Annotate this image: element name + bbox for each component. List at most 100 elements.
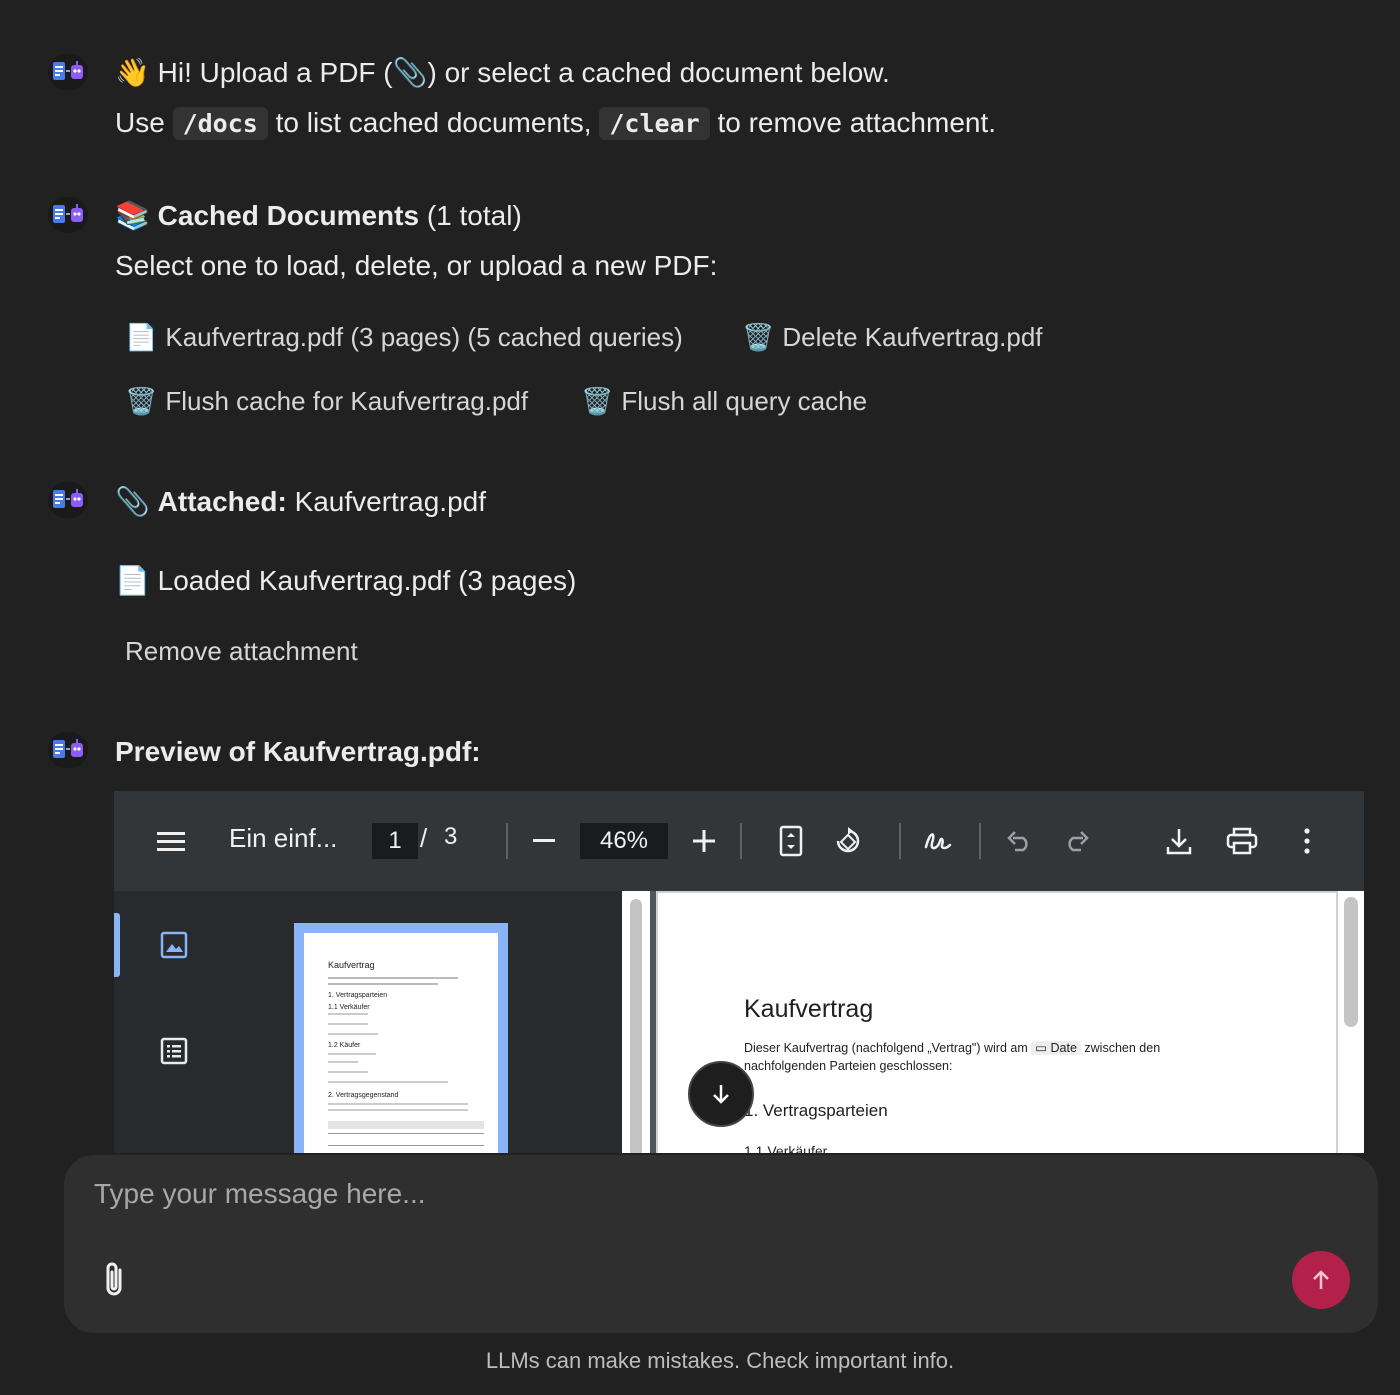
action-label: Remove attachment [125,636,358,666]
thumb-table-header [328,1121,484,1129]
flush-document-cache-action[interactable]: 🗑️ Flush cache for Kaufvertrag.pdf [125,386,528,417]
attached-message: 📎 Attached: Kaufvertrag.pdf 📄 Loaded Kau… [115,484,1360,599]
scrollbar-thumb[interactable] [1344,897,1358,1027]
thumb-subsection: 1.2 Käufer [328,1042,361,1049]
arrow-down-icon [713,1085,729,1104]
thumb-line [328,1109,468,1111]
page-intro: Dieser Kaufvertrag (nachfolgend „Vertrag… [744,1039,1264,1075]
toolbar-divider [506,823,508,859]
thumb-line [328,1061,358,1063]
thumb-heading: Kaufvertrag [328,960,375,970]
attached-label: Attached: [157,486,287,517]
intro-text: zwischen den [1084,1041,1161,1055]
fit-page-icon[interactable] [774,823,808,859]
flush-all-cache-action[interactable]: 🗑️ Flush all query cache [581,386,867,417]
preview-title: Preview of Kaufvertrag.pdf: [115,736,481,767]
zoom-in-icon[interactable] [688,827,720,855]
paperclip-icon [106,1262,122,1296]
intro-text: nachfolgenden Parteien geschlossen: [744,1059,953,1073]
page-subsection: 1.1 Verkäufer [744,1143,828,1153]
action-label: Kaufvertrag.pdf (3 pages) (5 cached quer… [165,322,683,352]
annotate-icon[interactable] [920,823,956,859]
document-icon: 📄 [115,564,150,597]
bot-avatar [48,732,88,768]
attached-file: Kaufvertrag.pdf [294,486,487,517]
thumbnail-page: Kaufvertrag 1. Vertragsparteien 1.1 Verk… [304,933,498,1153]
sidebar-active-indicator [114,913,120,977]
trash-icon: 🗑️ [125,386,158,417]
bot-avatar [48,482,88,518]
message-input[interactable] [92,1177,1246,1211]
trash-icon: 🗑️ [581,386,614,417]
thumb-subsection: 1.1 Verkäufer [328,1004,370,1011]
page-thumbnail-1[interactable]: Kaufvertrag 1. Vertragsparteien 1.1 Verk… [294,923,508,1153]
scrollbar-thumb[interactable] [630,899,642,1153]
thumb-line [328,983,438,985]
load-document-action[interactable]: 📄 Kaufvertrag.pdf (3 pages) (5 cached qu… [125,322,683,353]
thumb-line [328,1053,376,1055]
undo-icon[interactable] [1004,827,1036,855]
paperclip-icon: 📎 [115,485,150,518]
rotate-icon[interactable] [830,823,866,859]
docs-description: to list cached documents, [275,107,592,138]
toolbar-divider [899,823,901,859]
cached-documents-message: 📚 Cached Documents (1 total) Select one … [115,198,1360,284]
redo-icon[interactable] [1060,827,1092,855]
thumb-line [328,1023,368,1025]
loaded-text: Loaded Kaufvertrag.pdf (3 pages) [157,565,577,596]
disclaimer: LLMs can make mistakes. Check important … [485,1348,955,1373]
cached-subtitle: Select one to load, delete, or upload a … [115,250,718,281]
left-scrollbar[interactable] [622,891,650,1153]
thumb-table-line [328,1145,484,1146]
outline-icon[interactable] [158,1035,190,1067]
toolbar-divider [979,823,981,859]
cached-count: (1 total) [426,200,522,231]
wave-icon: 👋 [115,56,150,89]
books-icon: 📚 [115,199,150,232]
pdf-sidebar: Kaufvertrag 1. Vertragsparteien 1.1 Verk… [114,891,622,1153]
pdf-viewer: Ein einf... 1 / 3 46% Kaufvertrag 1. Ver… [114,791,1364,1153]
thumb-line [328,1071,368,1073]
thumb-table-line [328,1133,484,1134]
attach-button[interactable] [96,1259,132,1299]
right-scrollbar[interactable] [1338,891,1364,1153]
thumbnails-icon[interactable] [158,929,190,961]
clear-command: /clear [599,107,710,140]
scroll-down-button[interactable] [688,1061,754,1127]
action-label: Flush all query cache [621,386,868,416]
thumb-line [328,1103,468,1105]
zoom-level[interactable]: 46% [580,823,668,859]
page-heading: Kaufvertrag [744,995,874,1023]
loaded-line: 📄 Loaded Kaufvertrag.pdf (3 pages) [115,563,1360,599]
welcome-message: 👋 Hi! Upload a PDF (📎) or select a cache… [115,55,1360,142]
pdf-page: Kaufvertrag Dieser Kaufvertrag (nachfolg… [656,891,1338,1153]
page-number-input[interactable]: 1 [372,823,418,859]
remove-attachment-action[interactable]: Remove attachment [125,636,358,667]
arrow-up-icon [1313,1270,1329,1289]
attached-line: 📎 Attached: Kaufvertrag.pdf [115,484,1360,520]
total-pages: 3 [444,823,458,850]
thumb-section: 2. Vertragsgegenstand [328,1092,399,1099]
toolbar-divider [740,823,742,859]
more-options-icon[interactable] [1294,825,1320,857]
send-button[interactable] [1292,1251,1350,1309]
pdf-toolbar: Ein einf... 1 / 3 46% [114,791,1364,891]
download-icon[interactable] [1162,825,1196,857]
bot-avatar [48,54,88,90]
zoom-out-icon[interactable] [528,827,560,855]
page-separator: / [420,823,428,853]
thumb-line [328,977,458,979]
action-label: Flush cache for Kaufvertrag.pdf [165,386,529,416]
cached-header: 📚 Cached Documents (1 total) [115,198,1360,234]
use-text: Use [115,107,165,138]
menu-icon[interactable] [154,827,188,855]
print-icon[interactable] [1224,825,1260,857]
welcome-line-2: Use /docs to list cached documents, /cle… [115,105,1360,142]
page-section: 1. Vertragsparteien [744,1101,888,1120]
cached-title: Cached Documents [157,200,420,231]
delete-document-action[interactable]: 🗑️ Delete Kaufvertrag.pdf [742,322,1043,353]
trash-icon: 🗑️ [742,322,775,353]
action-label: Delete Kaufvertrag.pdf [782,322,1043,352]
thumb-line [328,1081,448,1083]
clear-description: to remove attachment. [717,107,997,138]
